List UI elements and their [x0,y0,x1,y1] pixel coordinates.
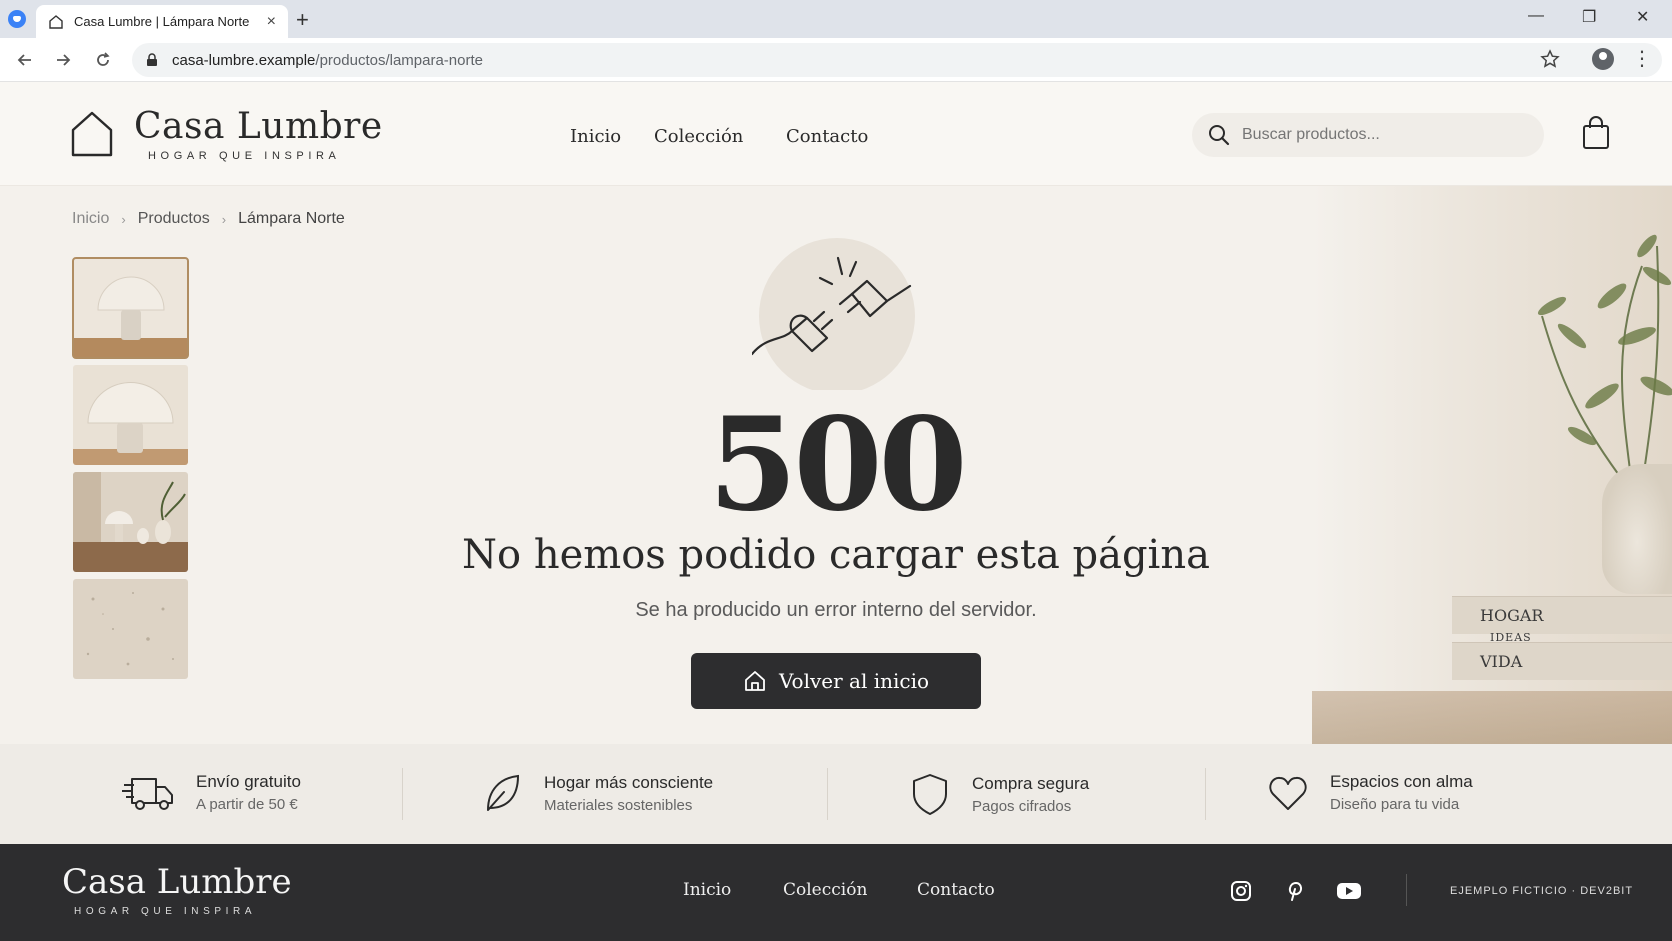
footer-nav-contacto[interactable]: Contacto [917,880,995,900]
features-strip: Envío gratuito A partir de 50 € Hogar má… [0,744,1672,844]
search-box[interactable] [1192,113,1544,157]
footer-nav-coleccion[interactable]: Colección [783,880,867,900]
browser-tab-bar: Casa Lumbre | Lámpara Norte × + — ❐ ✕ [0,0,1672,38]
maximize-button[interactable]: ❐ [1582,7,1596,27]
url-bar[interactable]: casa-lumbre.example/productos/lampara-no… [132,43,1662,77]
feature-title: Envío gratuito [196,772,301,791]
site-footer: Casa Lumbre HOGAR QUE INSPIRA Inicio Col… [0,844,1672,941]
reload-icon [97,52,110,66]
divider [1406,874,1407,906]
profile-icon[interactable] [1592,48,1614,70]
arrow-right-icon [57,54,71,66]
footer-credit: EJEMPLO FICTICIO · DEV2BIT [1450,885,1634,897]
lamp-image [73,258,188,358]
thumbnail-texture[interactable] [73,579,188,679]
breadcrumb: Inicio › Productos › Lámpara Norte [72,210,345,228]
truck-icon [122,777,173,810]
breadcrumb-productos[interactable]: Productos [138,210,210,228]
minimize-button[interactable]: — [1528,7,1544,25]
chevron-right-icon: › [121,211,126,227]
back-button[interactable] [14,49,36,71]
divider [402,768,403,820]
shield-icon [913,774,947,815]
feature-subtitle: Pagos cifrados [972,797,1072,815]
unplugged-cable-icon [752,238,915,390]
footer-nav-inicio[interactable]: Inicio [683,880,731,900]
heart-icon [1269,776,1307,810]
nav-inicio[interactable]: Inicio [570,126,621,147]
divider [1205,768,1206,820]
brand-tagline: HOGAR QUE INSPIRA [148,150,341,162]
youtube-icon[interactable] [1336,880,1362,902]
tab-title: Casa Lumbre | Lámpara Norte [74,14,250,29]
feature-subtitle: Materiales sostenibles [544,796,693,814]
feature-title: Hogar más consciente [544,772,714,792]
back-home-button[interactable]: Volver al inicio [691,653,981,709]
feature-conscious-home: Hogar más consciente Materiales sostenib… [482,772,713,814]
feature-title: Espacios con alma [1330,772,1473,791]
feature-secure-purchase: Compra segura Pagos cifrados [910,772,1089,816]
home-icon [49,14,63,29]
shelf-image [1312,691,1672,744]
nav-coleccion[interactable]: Colección [654,126,743,147]
reload-button[interactable] [92,49,114,71]
error-title: No hemos podido cargar esta página [462,532,1210,578]
url-path: /productos/lampara-norte [315,51,483,69]
chevron-right-icon: › [221,211,227,227]
leaf-icon [487,774,520,811]
main-content: HOGAR IDEAS VIDA Inicio › Productos › Lá… [0,186,1672,744]
footer-tagline: HOGAR QUE INSPIRA [74,906,257,917]
thumbnail-lamp-1[interactable] [72,257,189,359]
feature-subtitle: A partir de 50 € [196,796,298,813]
home-icon [745,671,765,691]
texture-image [73,579,188,679]
shopping-bag-icon[interactable] [1582,116,1610,150]
close-window-button[interactable]: ✕ [1636,7,1649,27]
feature-subtitle: Diseño para tu vida [1330,796,1460,813]
browser-tab[interactable]: Casa Lumbre | Lámpara Norte × [36,5,288,38]
logo-house-icon [71,111,113,157]
lock-icon [147,53,157,66]
new-tab-button[interactable]: + [296,7,309,33]
forward-button[interactable] [52,49,74,71]
breadcrumb-current: Lámpara Norte [238,210,345,227]
bookmark-star-icon[interactable] [1540,49,1560,69]
search-icon[interactable] [1208,124,1230,146]
error-code: 500 [708,390,967,540]
feature-title: Compra segura [972,773,1090,793]
instagram-icon[interactable] [1230,880,1252,902]
breadcrumb-inicio[interactable]: Inicio [72,210,109,228]
back-home-label: Volver al inicio [778,669,930,693]
footer-brand[interactable]: Casa Lumbre [62,862,292,902]
search-input[interactable] [1242,126,1522,144]
brand-name[interactable]: Casa Lumbre [134,106,383,147]
feature-free-shipping: Envío gratuito A partir de 50 € [122,772,301,813]
browser-menu-icon[interactable]: ⋮ [1632,48,1652,70]
error-subtitle: Se ha producido un error interno del ser… [635,599,1037,621]
feature-spaces-with-soul: Espacios con alma Diseño para tu vida [1268,772,1473,813]
nav-contacto[interactable]: Contacto [786,126,868,147]
site-header: Casa Lumbre HOGAR QUE INSPIRA Inicio Col… [0,82,1672,186]
url-domain: casa-lumbre.example [172,51,316,69]
book-spine: VIDA [1452,642,1672,680]
address-bar: casa-lumbre.example/productos/lampara-no… [0,38,1672,82]
close-tab-icon[interactable]: × [267,13,276,31]
browser-logo-icon [8,10,26,28]
arrow-left-icon [17,54,31,66]
pinterest-icon[interactable] [1284,880,1306,902]
divider [827,768,828,820]
